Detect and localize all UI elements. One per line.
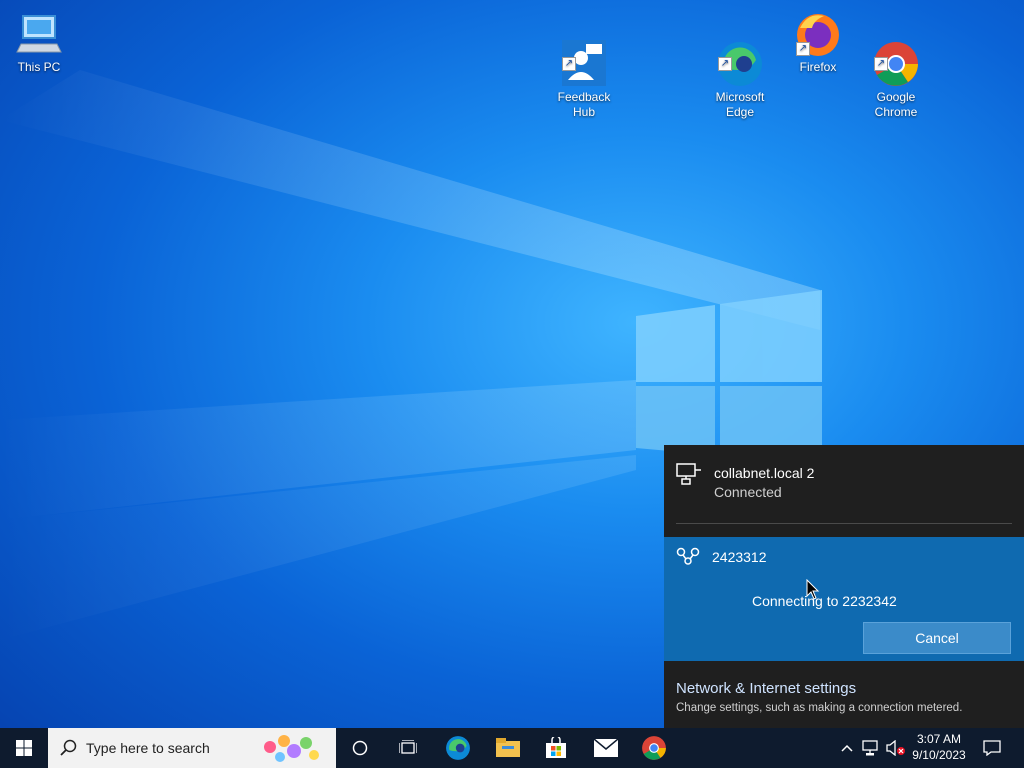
network-status: Connected <box>714 484 782 500</box>
show-hidden-icons-button[interactable] <box>836 728 858 768</box>
file-explorer-icon <box>496 738 520 757</box>
action-center-button[interactable] <box>976 728 1008 768</box>
clock-time: 3:07 AM <box>916 732 962 746</box>
mail-envelope-icon <box>594 739 618 757</box>
taskbar-edge-button[interactable] <box>434 728 482 768</box>
firefox-icon: ↗ <box>794 10 842 58</box>
desktop-icon-google-chrome[interactable]: ↗ Google Chrome <box>860 10 932 120</box>
network-item-connecting[interactable]: 2423312 Connecting to 2232342 Cancel <box>664 537 1024 661</box>
desktop-icon-label: Google Chrome <box>874 90 918 119</box>
shortcut-arrow-icon: ↗ <box>718 57 732 71</box>
search-placeholder: Type here to search <box>86 740 210 756</box>
network-name: 2423312 <box>712 549 767 565</box>
shortcut-arrow-icon: ↗ <box>562 57 576 71</box>
task-view-icon <box>399 740 417 754</box>
edge-icon: ↗ <box>716 25 764 86</box>
windows-logo <box>636 290 822 455</box>
notification-icon <box>983 740 1001 756</box>
desktop-icon-label: Microsoft Edge <box>715 90 765 119</box>
task-view-button[interactable] <box>384 728 432 768</box>
taskbar-file-explorer-button[interactable] <box>484 728 532 768</box>
chrome-icon: ↗ <box>872 25 920 86</box>
cortana-button[interactable] <box>336 728 384 768</box>
taskbar-mail-button[interactable] <box>582 728 630 768</box>
windows-start-icon <box>16 740 32 756</box>
divider <box>676 523 1012 524</box>
shortcut-arrow-icon: ↗ <box>874 57 888 71</box>
volume-tray-button[interactable] <box>884 728 908 768</box>
dialup-icon <box>676 547 700 570</box>
taskbar-clock[interactable]: 3:07 AM 9/10/2023 <box>908 731 970 763</box>
desktop-icon-label: Feedback Hub <box>557 90 611 119</box>
network-tray-button[interactable] <box>858 728 884 768</box>
edge-icon <box>446 736 470 760</box>
taskbar: Type here to search 3:07 AM 9/10/2023 <box>0 728 1024 768</box>
cancel-button[interactable]: Cancel <box>863 622 1011 654</box>
network-wired-icon <box>862 740 878 756</box>
volume-muted-icon <box>886 740 905 756</box>
start-button[interactable] <box>0 728 48 768</box>
taskbar-store-button[interactable] <box>532 728 580 768</box>
chrome-icon <box>642 736 666 760</box>
desktop-icon-firefox[interactable]: ↗ Firefox <box>782 10 854 75</box>
desktop-icon-label: Firefox <box>799 60 837 74</box>
clock-date: 9/10/2023 <box>912 748 966 762</box>
desktop-icon-this-pc[interactable]: This PC <box>3 10 75 75</box>
search-highlight-flowers-icon <box>264 735 319 762</box>
network-settings-description: Change settings, such as making a connec… <box>676 702 963 714</box>
desktop-icon-microsoft-edge[interactable]: ↗ Microsoft Edge <box>704 10 776 120</box>
feedback-hub-icon: ↗ <box>560 25 608 86</box>
network-flyout: collabnet.local 2 Connected 2423312 Conn… <box>664 445 1024 728</box>
desktop-icon-label: This PC <box>17 60 61 74</box>
search-icon <box>60 739 77 756</box>
taskbar-search-box[interactable]: Type here to search <box>48 728 336 768</box>
desktop-icon-feedback-hub[interactable]: ↗ Feedback Hub <box>548 10 620 120</box>
shortcut-arrow-icon: ↗ <box>796 42 810 56</box>
store-bag-icon <box>546 737 566 758</box>
computer-icon <box>15 10 63 58</box>
network-item-connected[interactable]: collabnet.local 2 Connected <box>664 445 1024 523</box>
cortana-circle-icon <box>352 740 368 756</box>
mouse-cursor <box>806 579 820 600</box>
taskbar-chrome-button[interactable] <box>630 728 678 768</box>
network-settings-link[interactable]: Network & Internet settings <box>676 680 856 697</box>
ethernet-icon <box>676 463 702 490</box>
connection-status: Connecting to 2232342 <box>752 593 897 609</box>
chevron-up-icon <box>841 744 853 752</box>
network-name: collabnet.local 2 <box>714 465 815 481</box>
